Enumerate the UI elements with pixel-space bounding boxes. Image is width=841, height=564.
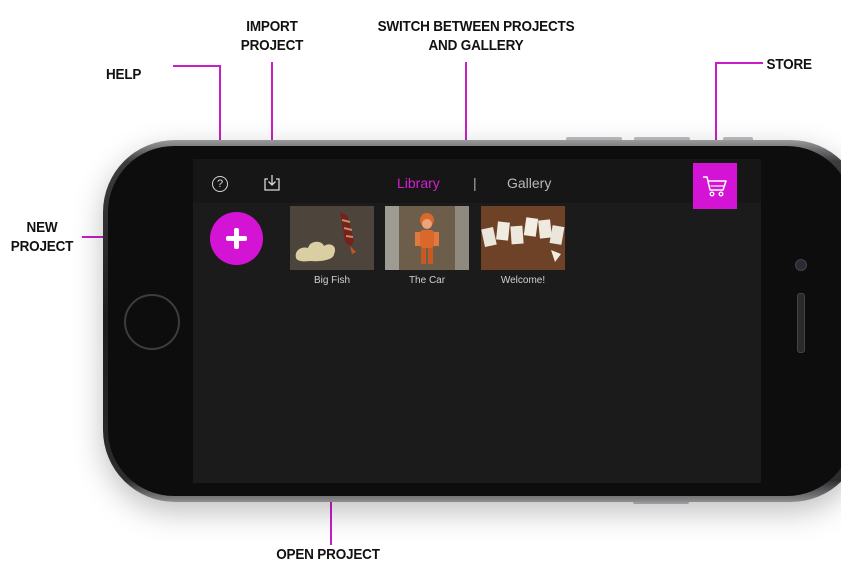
callout-switch-line1: SWITCH BETWEEN PROJECTS (377, 18, 575, 35)
tab-library[interactable]: Library (397, 175, 440, 191)
callout-new-line1: NEW (26, 219, 58, 236)
big-fish-image (290, 206, 374, 270)
tab-separator: | (473, 175, 477, 191)
callout-import-line2: PROJECT (240, 37, 304, 54)
home-button[interactable] (124, 294, 180, 350)
callout-switch: SWITCH BETWEEN PROJECTS AND GALLERY (359, 17, 593, 55)
shopping-cart-icon (703, 176, 727, 197)
store-button[interactable] (693, 163, 737, 209)
welcome-image (481, 206, 565, 270)
project-title-the-car: The Car (408, 275, 446, 286)
question-circle-icon[interactable]: ? (212, 176, 228, 192)
project-thumbnail-welcome[interactable] (481, 206, 565, 270)
project-title-big-fish: Big Fish (313, 275, 351, 286)
new-project-button[interactable] (210, 212, 263, 265)
callout-new-line2: PROJECT (10, 238, 74, 255)
top-navbar: ? Library | Gallery (193, 159, 761, 209)
project-thumbnail-the-car[interactable] (385, 206, 469, 270)
callout-open: OPEN PROJECT (276, 546, 380, 563)
the-car-image (385, 206, 469, 270)
project-thumbnail-big-fish[interactable] (290, 206, 374, 270)
app-screen: ? Library | Gallery Big Fish The Car Wel… (193, 159, 761, 483)
earpiece-speaker (797, 293, 805, 353)
callout-switch-line2: AND GALLERY (428, 37, 524, 54)
callout-import: IMPORT PROJECT (238, 17, 306, 55)
front-camera (795, 259, 807, 271)
tab-gallery[interactable]: Gallery (507, 175, 551, 191)
callout-help: HELP (105, 66, 142, 83)
callout-new: NEW PROJECT (6, 218, 78, 256)
help-connector-h (173, 65, 221, 67)
callout-store: STORE (766, 56, 813, 73)
callout-import-line1: IMPORT (246, 18, 298, 35)
store-connector-h (715, 62, 763, 64)
project-title-welcome: Welcome! (500, 275, 546, 286)
import-tray-icon[interactable] (263, 174, 281, 192)
